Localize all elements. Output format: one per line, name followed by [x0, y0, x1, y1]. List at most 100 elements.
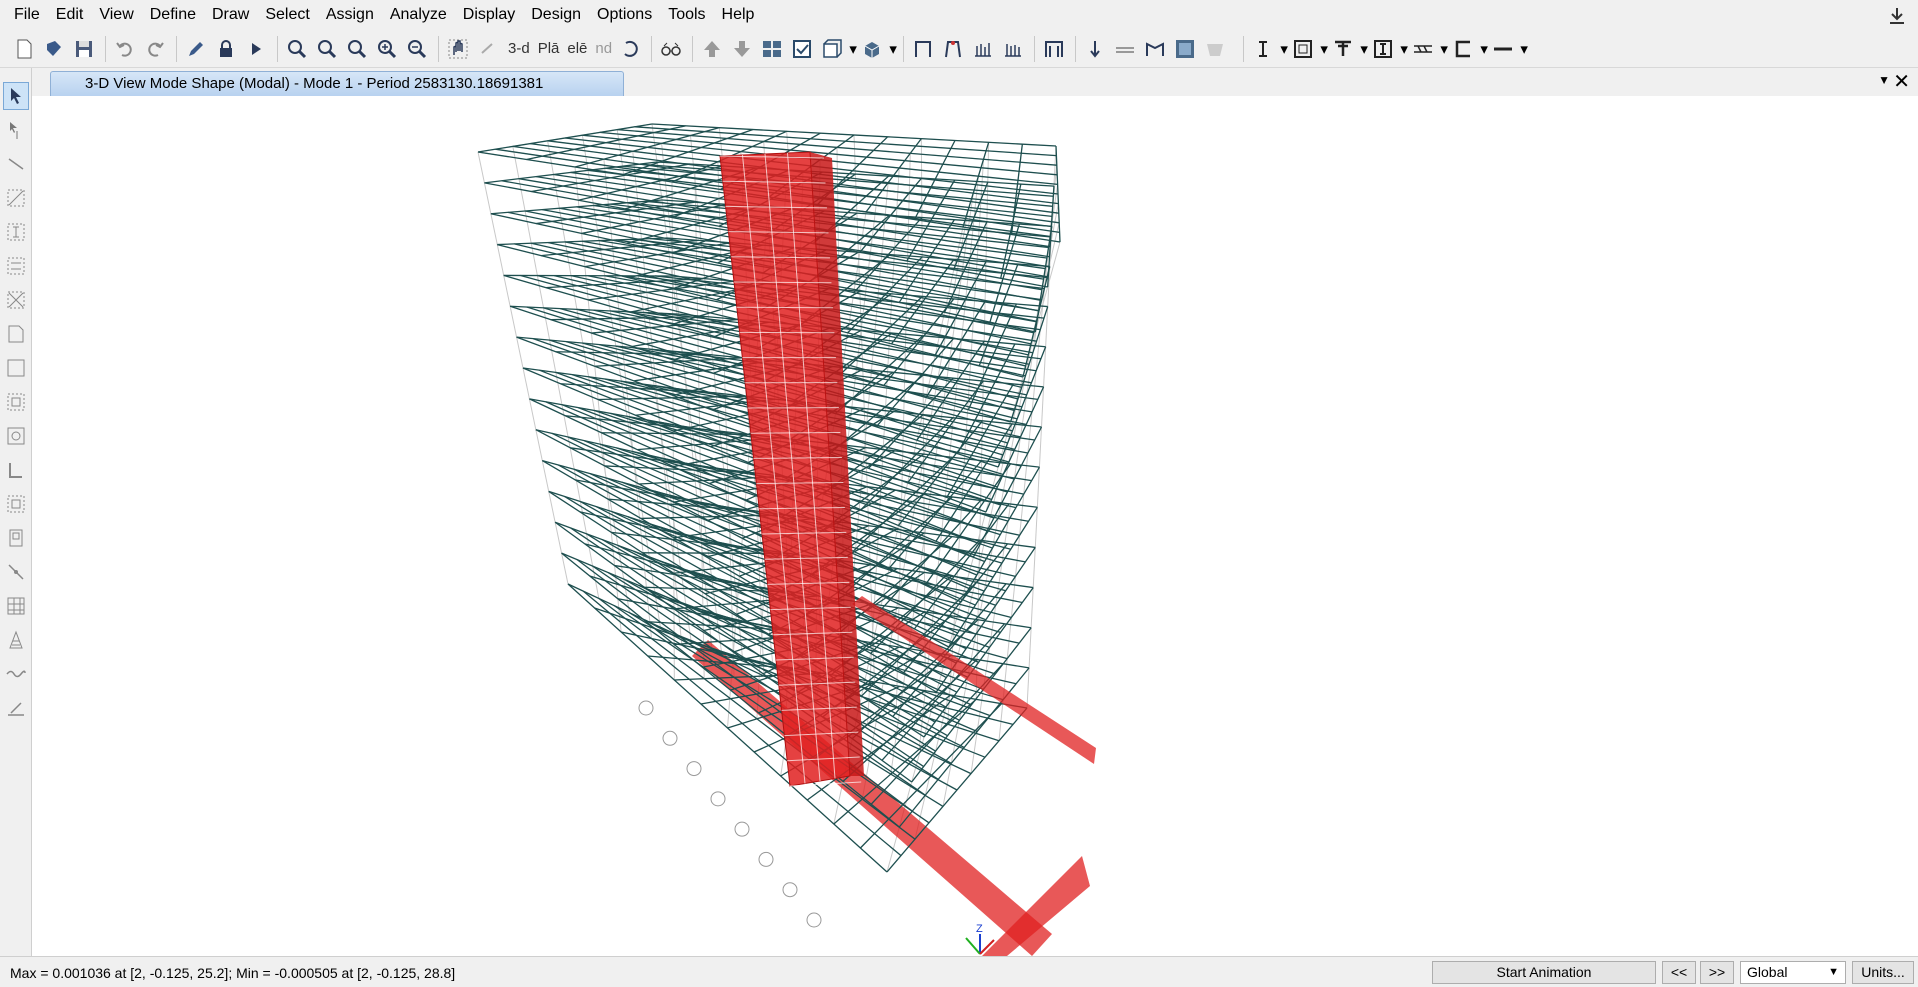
draw-channel-dropdown[interactable]: ▾ [1479, 35, 1489, 63]
tab-dropdown-icon[interactable]: ▼ [1878, 73, 1890, 87]
draw-wall-button[interactable] [1369, 35, 1397, 63]
perspective-button[interactable] [657, 35, 685, 63]
draw-frame-button[interactable] [3, 184, 29, 212]
menu-file[interactable]: File [6, 0, 48, 30]
extrude-view-button[interactable] [818, 35, 846, 63]
draw-column-button[interactable] [1249, 35, 1277, 63]
menu-assign[interactable]: Assign [318, 0, 382, 30]
draw-wall-tool-button[interactable] [3, 456, 29, 484]
draw-brace-dropdown[interactable]: ▾ [1439, 35, 1449, 63]
pan-button[interactable] [444, 35, 472, 63]
step-back-button[interactable]: << [1662, 961, 1696, 984]
cube-icon [864, 41, 880, 58]
draw-brace-button[interactable] [1409, 35, 1437, 63]
draw-dimension-button[interactable] [3, 694, 29, 722]
open-button[interactable] [40, 35, 68, 63]
view-3d-button[interactable]: 3-d [504, 35, 534, 63]
draw-tendon-button[interactable] [3, 626, 29, 654]
pointer-tool-button[interactable] [2, 82, 29, 110]
download-icon[interactable] [1886, 5, 1908, 27]
model-canvas[interactable]: Z [32, 96, 1918, 956]
menu-design[interactable]: Design [523, 0, 589, 30]
draw-rect-floor-button[interactable] [3, 354, 29, 382]
draw-beam-dropdown[interactable]: ▾ [1359, 35, 1369, 63]
run-analysis-button[interactable] [242, 35, 270, 63]
units-button[interactable]: Units... [1852, 961, 1914, 984]
zoom-previous-button[interactable] [313, 35, 341, 63]
draw-grid-button[interactable] [3, 592, 29, 620]
zoom-in-button[interactable] [373, 35, 401, 63]
draw-beam-button[interactable] [1329, 35, 1357, 63]
building-3d-model[interactable]: Z [32, 96, 1918, 956]
close-icon[interactable]: ✕ [1893, 69, 1910, 94]
checkbox-icon [793, 39, 812, 58]
wall-button[interactable] [1141, 35, 1169, 63]
show-undeformed-button[interactable] [909, 35, 937, 63]
new-model-button[interactable] [10, 35, 38, 63]
move-down-button[interactable] [728, 35, 756, 63]
draw-column-tool-button[interactable] [3, 218, 29, 246]
rotate-view-button[interactable] [616, 35, 644, 63]
menu-define[interactable]: Define [142, 0, 204, 30]
draw-wall-opening-button[interactable] [3, 524, 29, 552]
menu-edit[interactable]: Edit [48, 0, 92, 30]
coordinate-system-value: Global [1747, 964, 1788, 980]
draw-joint-button[interactable] [3, 150, 29, 178]
assign-load-button[interactable] [1081, 35, 1109, 63]
draw-pencil-button[interactable] [182, 35, 210, 63]
draw-line-button[interactable] [1489, 35, 1517, 63]
extrude-dropdown[interactable]: ▾ [848, 35, 858, 63]
menu-options[interactable]: Options [589, 0, 660, 30]
menu-draw[interactable]: Draw [204, 0, 257, 30]
draw-wall-dropdown[interactable]: ▾ [1399, 35, 1409, 63]
redo-button[interactable] [141, 35, 169, 63]
show-stresses-button[interactable] [999, 35, 1027, 63]
draw-opening-button[interactable] [3, 422, 29, 450]
draw-floor-button[interactable] [1289, 35, 1317, 63]
draw-floor-tool-button[interactable] [3, 320, 29, 348]
show-forces-button[interactable] [969, 35, 997, 63]
section-cut-button[interactable] [1201, 35, 1229, 63]
draw-wave-button[interactable] [3, 660, 29, 688]
channel-icon [1455, 40, 1471, 57]
draw-column-dropdown[interactable]: ▾ [1279, 35, 1289, 63]
draw-link-button[interactable] [3, 558, 29, 586]
show-tables-button[interactable] [1040, 35, 1068, 63]
show-deformed-button[interactable] [939, 35, 967, 63]
menu-help[interactable]: Help [714, 0, 763, 30]
nd-view-button[interactable]: nd [591, 35, 616, 63]
view-tab-3d[interactable]: 3-D View Mode Shape (Modal) - Mode 1 - P… [50, 71, 624, 97]
set-display-button[interactable] [788, 35, 816, 63]
quick-draw-wall-button[interactable] [3, 490, 29, 518]
menu-display[interactable]: Display [455, 0, 523, 30]
menu-view[interactable]: View [91, 0, 141, 30]
undo-button[interactable] [111, 35, 139, 63]
slab-button[interactable] [1111, 35, 1139, 63]
zoom-window-button[interactable] [283, 35, 311, 63]
zoom-restore-button[interactable] [343, 35, 371, 63]
3d-object-dropdown[interactable]: ▾ [888, 35, 898, 63]
lock-button[interactable] [212, 35, 240, 63]
rotate-3d-button[interactable] [474, 35, 502, 63]
move-up-button[interactable] [698, 35, 726, 63]
draw-line-dropdown[interactable]: ▾ [1519, 35, 1529, 63]
menu-tools[interactable]: Tools [660, 0, 713, 30]
elevation-view-button[interactable]: elē [563, 35, 591, 63]
draw-floor-dropdown[interactable]: ▾ [1319, 35, 1329, 63]
draw-channel-button[interactable] [1449, 35, 1477, 63]
plan-view-button[interactable]: Plā [534, 35, 564, 63]
step-forward-button[interactable]: >> [1700, 961, 1734, 984]
coordinate-system-select[interactable]: Global ▼ [1740, 961, 1846, 984]
display-options-button[interactable] [1171, 35, 1199, 63]
quick-draw-floor-button[interactable] [3, 388, 29, 416]
3d-object-button[interactable] [858, 35, 886, 63]
save-button[interactable] [70, 35, 98, 63]
menu-analyze[interactable]: Analyze [382, 0, 455, 30]
object-shrink-button[interactable] [758, 35, 786, 63]
start-animation-button[interactable]: Start Animation [1432, 961, 1656, 984]
draw-braces-button[interactable] [3, 286, 29, 314]
reshape-tool-button[interactable] [3, 116, 29, 144]
menu-select[interactable]: Select [257, 0, 317, 30]
draw-beams-button[interactable] [3, 252, 29, 280]
zoom-out-button[interactable] [403, 35, 431, 63]
